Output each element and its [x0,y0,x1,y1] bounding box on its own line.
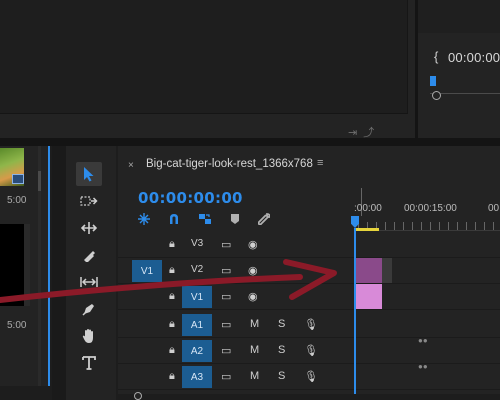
panel-gap [52,146,66,400]
eye-icon[interactable]: ◉ [248,264,258,277]
solo-button[interactable]: S [278,318,285,330]
source-monitor-view [0,0,408,114]
snap-icon[interactable] [168,213,180,228]
add-marker-icon[interactable] [230,213,240,228]
clip-thumbnail[interactable] [0,224,30,306]
sync-lock-icon[interactable]: ▭ [221,238,231,251]
panel-divider-horizontal[interactable] [0,138,500,146]
eye-icon[interactable]: ◉ [248,290,258,303]
lock-icon[interactable]: 🔒︎ [169,290,175,303]
type-tool-icon[interactable] [76,351,102,375]
timeline-panel: × Big-cat-tiger-look-rest_1366x768 ≡ 00:… [118,146,500,400]
panel-menu-icon[interactable]: ≡ [317,157,323,169]
track-target-v1[interactable]: V1 [182,286,212,308]
track-target-a2[interactable]: A2 [182,340,212,362]
track-target-a1[interactable]: A1 [182,314,212,336]
track-name: V3 [191,238,204,249]
video-clip[interactable] [355,284,382,309]
source-monitor-panel: ⇥ ⤴ [0,0,415,139]
sync-lock-icon[interactable]: ▭ [221,264,231,277]
program-monitor-panel: { 00:00:00 [418,0,500,138]
eye-icon[interactable]: ◉ [248,238,258,251]
track-select-tool-icon[interactable] [76,189,102,213]
track-row-a1: 🔒︎ A1 ▭ M S 🎙︎ [118,312,500,338]
timeline-zoom-handle[interactable] [134,392,142,400]
hand-tool-icon[interactable] [76,324,102,348]
sequence-badge-icon [12,174,24,184]
microphone-icon[interactable]: 🎙︎ [304,344,318,357]
track-row-a2: 🔒︎ A2 ▭ M S 🎙︎ ●● [118,336,500,364]
pen-tool-icon[interactable] [76,297,102,321]
mute-button[interactable]: M [250,370,259,382]
nest-sequence-icon[interactable] [138,212,150,228]
playhead-line[interactable] [354,228,356,396]
dots-marker: ●● [418,336,428,345]
lock-icon[interactable]: 🔒︎ [169,238,175,251]
project-panel: 5:00 5:00 [0,146,50,386]
microphone-icon[interactable]: 🎙︎ [304,318,318,331]
project-scrollbar-thumb[interactable] [38,171,41,191]
sync-lock-icon[interactable]: ▭ [221,344,231,357]
lock-icon[interactable]: 🔒︎ [169,344,175,357]
solo-button[interactable]: S [278,344,285,356]
close-tab-icon[interactable]: × [128,160,134,171]
track-name: V2 [191,264,204,275]
timeline-horizontal-scrollbar[interactable] [118,394,500,400]
sync-lock-icon[interactable]: ▭ [221,370,231,383]
mute-button[interactable]: M [250,344,259,356]
program-playhead[interactable] [430,76,436,86]
track-target-a3[interactable]: A3 [182,366,212,388]
lock-icon[interactable]: 🔒︎ [169,370,175,383]
selection-tool-icon[interactable] [76,162,102,186]
wrench-settings-icon[interactable] [257,212,271,228]
lock-icon[interactable]: 🔒︎ [169,318,175,331]
program-monitor-view [418,0,500,33]
video-clip-tail[interactable] [382,258,392,283]
ruler-label: 00:00:15:00 [404,203,457,214]
timeline-timecode[interactable]: 00:00:00:00 [138,189,243,207]
timeline-toolbar [138,212,271,228]
dots-marker: ●● [418,362,428,371]
sync-lock-icon[interactable]: ▭ [221,290,231,303]
lock-icon[interactable]: 🔒︎ [169,264,175,277]
sync-lock-icon[interactable]: ▭ [221,318,231,331]
linked-selection-icon[interactable] [198,213,212,228]
track-row-v1: 🔒︎ V1 ▭ ◉ [118,284,500,310]
clip-duration: 5:00 [7,195,27,206]
work-area-bar[interactable] [355,228,379,231]
ruler-label: :00:00 [354,203,382,214]
program-timecode[interactable]: 00:00:00 [448,50,500,65]
video-clip[interactable] [355,258,382,283]
source-patch-v1[interactable]: V1 [132,260,162,282]
razor-tool-icon[interactable] [76,243,102,267]
marker-bracket-icon: { [434,49,439,64]
solo-button[interactable]: S [278,370,285,382]
mute-button[interactable]: M [250,318,259,330]
slip-tool-icon[interactable] [76,270,102,294]
program-zoom-handle[interactable] [432,91,441,100]
tools-panel [66,146,116,400]
ripple-edit-tool-icon[interactable] [76,216,102,240]
clip-duration: 5:00 [7,320,27,331]
track-row-a3: 🔒︎ A3 ▭ M S 🎙︎ ●● [118,362,500,390]
ruler-label: 00 [488,203,500,214]
sequence-tab-title[interactable]: Big-cat-tiger-look-rest_1366x768 [146,158,313,170]
track-row-v3: 🔒︎ V3 ▭ ◉ [118,232,500,258]
microphone-icon[interactable]: 🎙︎ [304,370,318,383]
time-ruler[interactable] [358,222,500,230]
track-row-v2: V1 🔒︎ V2 ▭ ◉ [118,258,500,284]
